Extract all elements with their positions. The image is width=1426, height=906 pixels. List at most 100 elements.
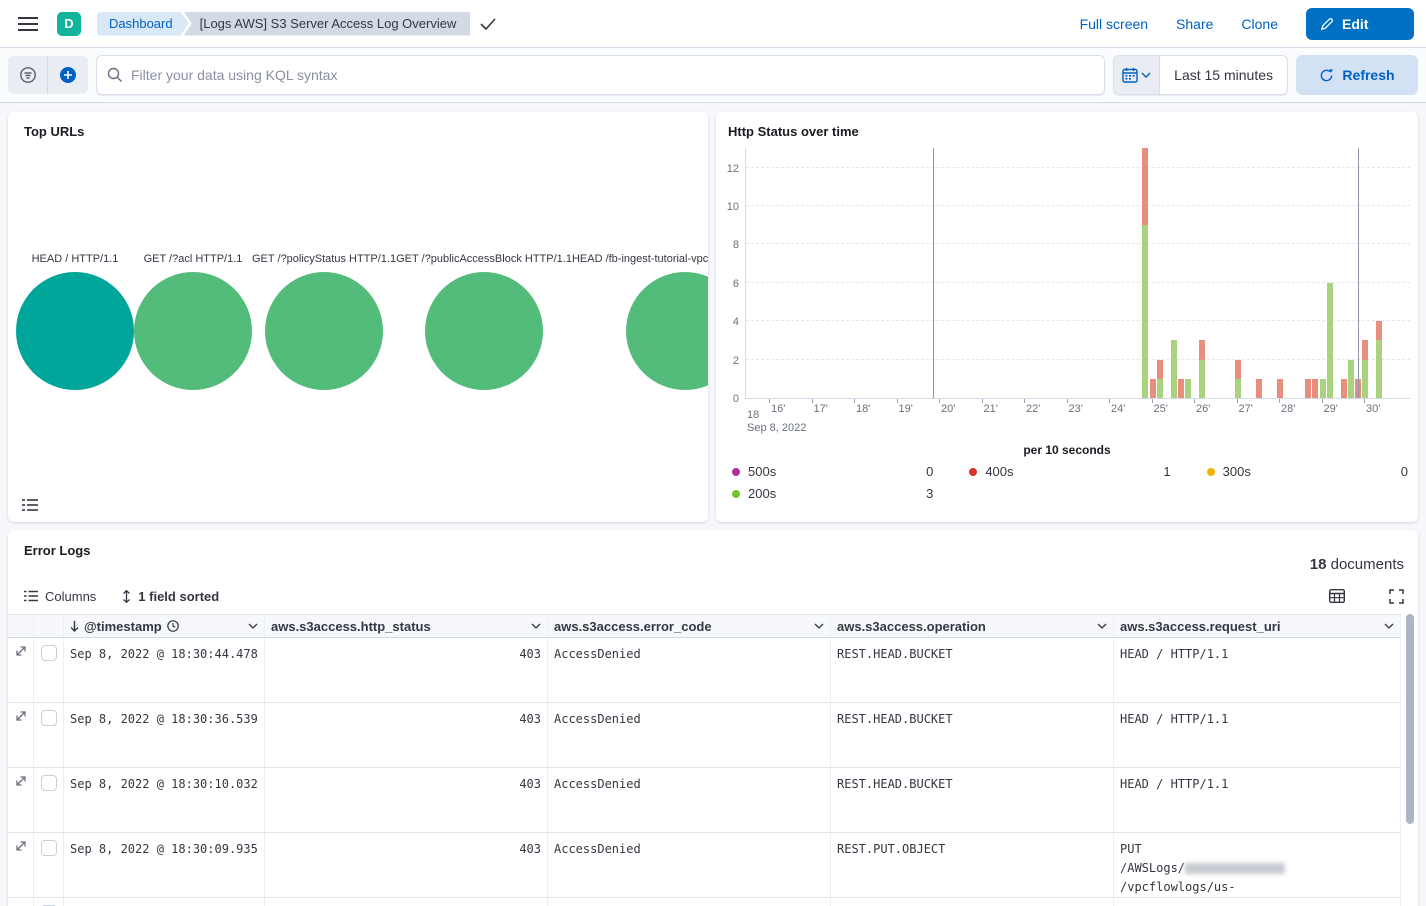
chevron-down-icon bbox=[814, 623, 824, 629]
cell-timestamp[interactable]: Sep 8, 2022 @ 18:30:10.032 bbox=[64, 768, 265, 832]
column-header-awss3accesserror_code[interactable]: aws.s3access.error_code bbox=[548, 615, 831, 637]
pie-chart[interactable] bbox=[626, 272, 708, 390]
cell-error-code[interactable]: AccessDenied bbox=[548, 703, 831, 767]
x-tick bbox=[1194, 399, 1195, 403]
row-checkbox[interactable] bbox=[41, 645, 57, 661]
legend-item-400s[interactable]: 400s1 bbox=[969, 464, 1170, 479]
bar-200s[interactable] bbox=[1320, 379, 1326, 398]
legend-dot-icon bbox=[732, 468, 740, 476]
cell-operation[interactable]: REST.HEAD.BUCKET bbox=[831, 638, 1114, 702]
legend-toggle-icon[interactable] bbox=[22, 498, 38, 512]
expand-row-icon[interactable] bbox=[8, 833, 34, 897]
expand-row-icon[interactable] bbox=[8, 638, 34, 702]
http-status-plot[interactable] bbox=[745, 148, 1410, 399]
fullscreen-icon[interactable] bbox=[1389, 589, 1404, 604]
legend-item-300s[interactable]: 300s0 bbox=[1207, 464, 1408, 479]
saved-query-icon[interactable] bbox=[8, 56, 48, 94]
gridline bbox=[746, 282, 1410, 283]
full-screen-button[interactable]: Full screen bbox=[1080, 16, 1148, 32]
legend-item-200s[interactable]: 200s3 bbox=[732, 486, 933, 501]
cell-http-status[interactable]: 403 bbox=[265, 768, 548, 832]
pie-chart[interactable] bbox=[134, 272, 252, 390]
column-header-awss3accessrequest_uri[interactable]: aws.s3access.request_uri bbox=[1114, 615, 1401, 637]
row-checkbox[interactable] bbox=[41, 775, 57, 791]
bar-200s[interactable] bbox=[1142, 225, 1148, 398]
cell-request-uri[interactable]: HEAD / HTTP/1.1 bbox=[1114, 703, 1401, 767]
bar-400s[interactable] bbox=[1157, 360, 1163, 379]
sort-fields-button[interactable]: 1 field sorted bbox=[122, 589, 219, 604]
kql-search-input[interactable] bbox=[131, 67, 1094, 83]
bar-200s[interactable] bbox=[1235, 379, 1241, 398]
expand-row-icon[interactable] bbox=[8, 898, 34, 906]
column-header-label: @timestamp bbox=[84, 619, 162, 634]
edit-button[interactable]: Edit bbox=[1306, 8, 1414, 40]
cell-operation[interactable]: REST.HEAD.BUCKET bbox=[831, 768, 1114, 832]
columns-button[interactable]: Columns bbox=[24, 589, 96, 604]
cell-request-uri[interactable]: HEAD / HTTP/1.1 bbox=[1114, 768, 1401, 832]
x-tick-label: 21' bbox=[984, 403, 998, 415]
bar-400s[interactable] bbox=[1178, 379, 1184, 398]
column-header-timestamp[interactable]: @timestamp bbox=[64, 615, 265, 637]
calendar-menu-button[interactable] bbox=[1114, 56, 1160, 94]
bar-400s[interactable] bbox=[1199, 340, 1205, 359]
time-range-button[interactable]: Last 15 minutes bbox=[1160, 56, 1287, 94]
kql-search-box[interactable] bbox=[96, 55, 1105, 95]
add-filter-icon[interactable] bbox=[48, 56, 88, 94]
expand-row-icon[interactable] bbox=[8, 703, 34, 767]
bar-400s[interactable] bbox=[1256, 379, 1262, 398]
bar-400s[interactable] bbox=[1305, 379, 1311, 398]
bar-400s[interactable] bbox=[1142, 148, 1148, 225]
cell-timestamp[interactable]: Sep 8, 2022 @ 18:30:44.478 bbox=[64, 638, 265, 702]
bar-400s[interactable] bbox=[1362, 340, 1368, 359]
bar-200s[interactable] bbox=[1199, 360, 1205, 398]
row-checkbox[interactable] bbox=[41, 710, 57, 726]
bar-400s[interactable] bbox=[1341, 379, 1347, 398]
cell-request-uri[interactable]: HEAD / HTTP/1.1 bbox=[1114, 638, 1401, 702]
display-options-icon[interactable] bbox=[1329, 589, 1345, 604]
bar-400s[interactable] bbox=[1277, 379, 1283, 398]
column-header-awss3accesshttp_status[interactable]: aws.s3access.http_status bbox=[265, 615, 548, 637]
pie-chart[interactable] bbox=[425, 272, 543, 390]
bar-200s[interactable] bbox=[1185, 379, 1191, 398]
cell-http-status[interactable]: 403 bbox=[265, 703, 548, 767]
cell-error-code[interactable]: AccessDenied bbox=[548, 768, 831, 832]
chevron-down-icon bbox=[248, 623, 258, 629]
cell-timestamp[interactable]: Sep 8, 2022 @ 18:30:36.539 bbox=[64, 703, 265, 767]
header-expand-column bbox=[8, 615, 34, 637]
bar-200s[interactable] bbox=[1171, 340, 1177, 398]
cell-http-status[interactable]: 403 bbox=[265, 638, 548, 702]
cell-error-code[interactable]: AccessDenied bbox=[548, 638, 831, 702]
menu-icon[interactable] bbox=[8, 4, 48, 44]
bar-200s[interactable] bbox=[1348, 360, 1354, 398]
expand-row-icon[interactable] bbox=[8, 768, 34, 832]
column-header-awss3accessoperation[interactable]: aws.s3access.operation bbox=[831, 615, 1114, 637]
breadcrumb-dashboard[interactable]: Dashboard bbox=[97, 12, 189, 36]
clone-button[interactable]: Clone bbox=[1241, 16, 1278, 32]
cell-request-uri[interactable]: PUT/AWSLogs//vpcflowlogs/us-west-… bbox=[1114, 833, 1401, 897]
header-checkbox-column bbox=[34, 615, 64, 637]
bar-200s[interactable] bbox=[1376, 340, 1382, 398]
cell-operation[interactable]: REST.HEAD.BUCKET bbox=[831, 703, 1114, 767]
refresh-button[interactable]: Refresh bbox=[1296, 55, 1418, 95]
x-axis-title: per 10 seconds bbox=[716, 443, 1418, 457]
x-tick bbox=[1067, 399, 1068, 403]
avatar[interactable]: D bbox=[57, 12, 81, 36]
legend-item-500s[interactable]: 500s0 bbox=[732, 464, 933, 479]
bar-200s[interactable] bbox=[1157, 379, 1163, 398]
share-button[interactable]: Share bbox=[1176, 16, 1213, 32]
cell-http-status[interactable]: 403 bbox=[265, 833, 548, 897]
bar-400s[interactable] bbox=[1312, 379, 1318, 398]
bar-400s[interactable] bbox=[1376, 321, 1382, 340]
pie-label: HEAD / HTTP/1.1 bbox=[32, 252, 119, 266]
cell-timestamp[interactable]: Sep 8, 2022 @ 18:30:09.935 bbox=[64, 833, 265, 897]
cell-error-code[interactable]: AccessDenied bbox=[548, 833, 831, 897]
cell-operation[interactable]: REST.PUT.OBJECT bbox=[831, 833, 1114, 897]
pie-chart[interactable] bbox=[265, 272, 383, 390]
bar-400s[interactable] bbox=[1235, 360, 1241, 379]
pie-chart[interactable] bbox=[16, 272, 134, 390]
bar-200s[interactable] bbox=[1327, 283, 1333, 398]
table-scrollbar[interactable] bbox=[1406, 614, 1414, 904]
bar-200s[interactable] bbox=[1362, 360, 1368, 398]
bar-400s[interactable] bbox=[1150, 379, 1156, 398]
row-checkbox[interactable] bbox=[41, 840, 57, 856]
